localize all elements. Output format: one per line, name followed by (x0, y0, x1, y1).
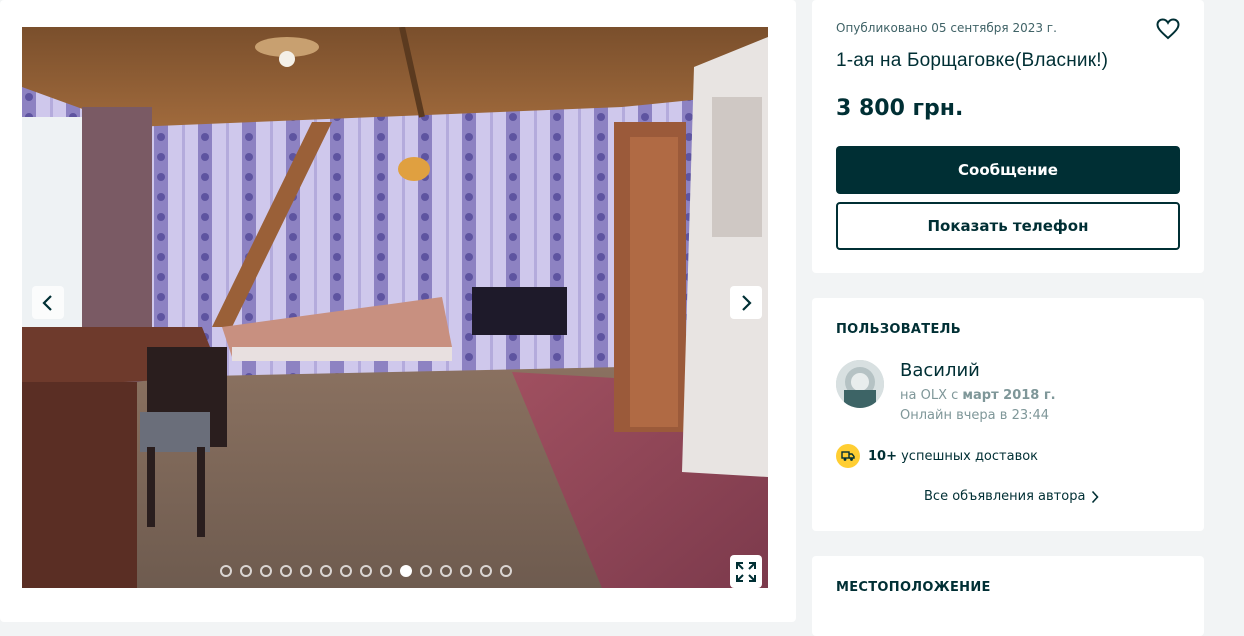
listing-summary-card: Опубликовано 05 сентября 2023 г. 1-ая на… (812, 0, 1204, 273)
pagination-dot[interactable] (300, 565, 312, 577)
pagination-dot[interactable] (480, 565, 492, 577)
prev-photo-button[interactable] (32, 286, 64, 319)
favorite-button[interactable] (1156, 18, 1180, 44)
all-ads-link[interactable]: Все объявления автора (924, 489, 1100, 504)
show-phone-button[interactable]: Показать телефон (836, 202, 1180, 250)
listing-title: 1-ая на Борщаговке(Власник!) (836, 50, 1109, 71)
location-card: МЕСТОПОЛОЖЕНИЕ (812, 556, 1204, 636)
gallery-card (0, 0, 796, 622)
user-name[interactable]: Василий (900, 360, 980, 381)
truck-icon (836, 444, 860, 468)
pagination-dot[interactable] (400, 565, 412, 577)
all-ads-label: Все объявления автора (924, 489, 1086, 504)
pagination-dot[interactable] (320, 565, 332, 577)
listing-photo[interactable] (22, 27, 768, 588)
pagination-dot[interactable] (440, 565, 452, 577)
fullscreen-button[interactable] (730, 555, 762, 588)
pagination-dot[interactable] (260, 565, 272, 577)
pagination-dot[interactable] (240, 565, 252, 577)
message-button[interactable]: Сообщение (836, 146, 1180, 194)
member-since-date: март 2018 г. (962, 388, 1056, 403)
photo-pagination-dots (220, 565, 512, 581)
published-date: Опубликовано 05 сентября 2023 г. (836, 21, 1057, 35)
pagination-dot[interactable] (500, 565, 512, 577)
pagination-dot[interactable] (460, 565, 472, 577)
chevron-right-small-icon (1092, 490, 1100, 503)
pagination-dot[interactable] (220, 565, 232, 577)
pagination-dot[interactable] (280, 565, 292, 577)
room-photo-illustration (22, 27, 768, 588)
next-photo-button[interactable] (730, 286, 762, 319)
delivery-text: 10+ успешных доставок (868, 449, 1038, 464)
expand-icon (736, 561, 756, 582)
user-card: ПОЛЬЗОВАТЕЛЬ Василий на OLX с март 2018 … (812, 298, 1204, 531)
pagination-dot[interactable] (380, 565, 392, 577)
user-section-title: ПОЛЬЗОВАТЕЛЬ (836, 322, 961, 337)
listing-price: 3 800 грн. (836, 96, 964, 121)
pagination-dot[interactable] (360, 565, 372, 577)
user-member-since: на OLX с март 2018 г. (900, 388, 1056, 403)
delivery-count: 10+ (868, 448, 897, 464)
avatar[interactable] (836, 360, 884, 408)
delivery-label: успешных доставок (896, 448, 1039, 464)
member-since-prefix: на OLX с (900, 388, 963, 403)
chevron-right-icon (742, 294, 752, 311)
pagination-dot[interactable] (420, 565, 432, 577)
heart-icon (1156, 18, 1180, 40)
pagination-dot[interactable] (340, 565, 352, 577)
delivery-stats: 10+ успешных доставок (836, 444, 1038, 468)
location-section-title: МЕСТОПОЛОЖЕНИЕ (836, 580, 991, 595)
chevron-left-icon (42, 294, 52, 311)
avatar-placeholder (836, 360, 884, 408)
user-last-online: Онлайн вчера в 23:44 (900, 408, 1050, 423)
